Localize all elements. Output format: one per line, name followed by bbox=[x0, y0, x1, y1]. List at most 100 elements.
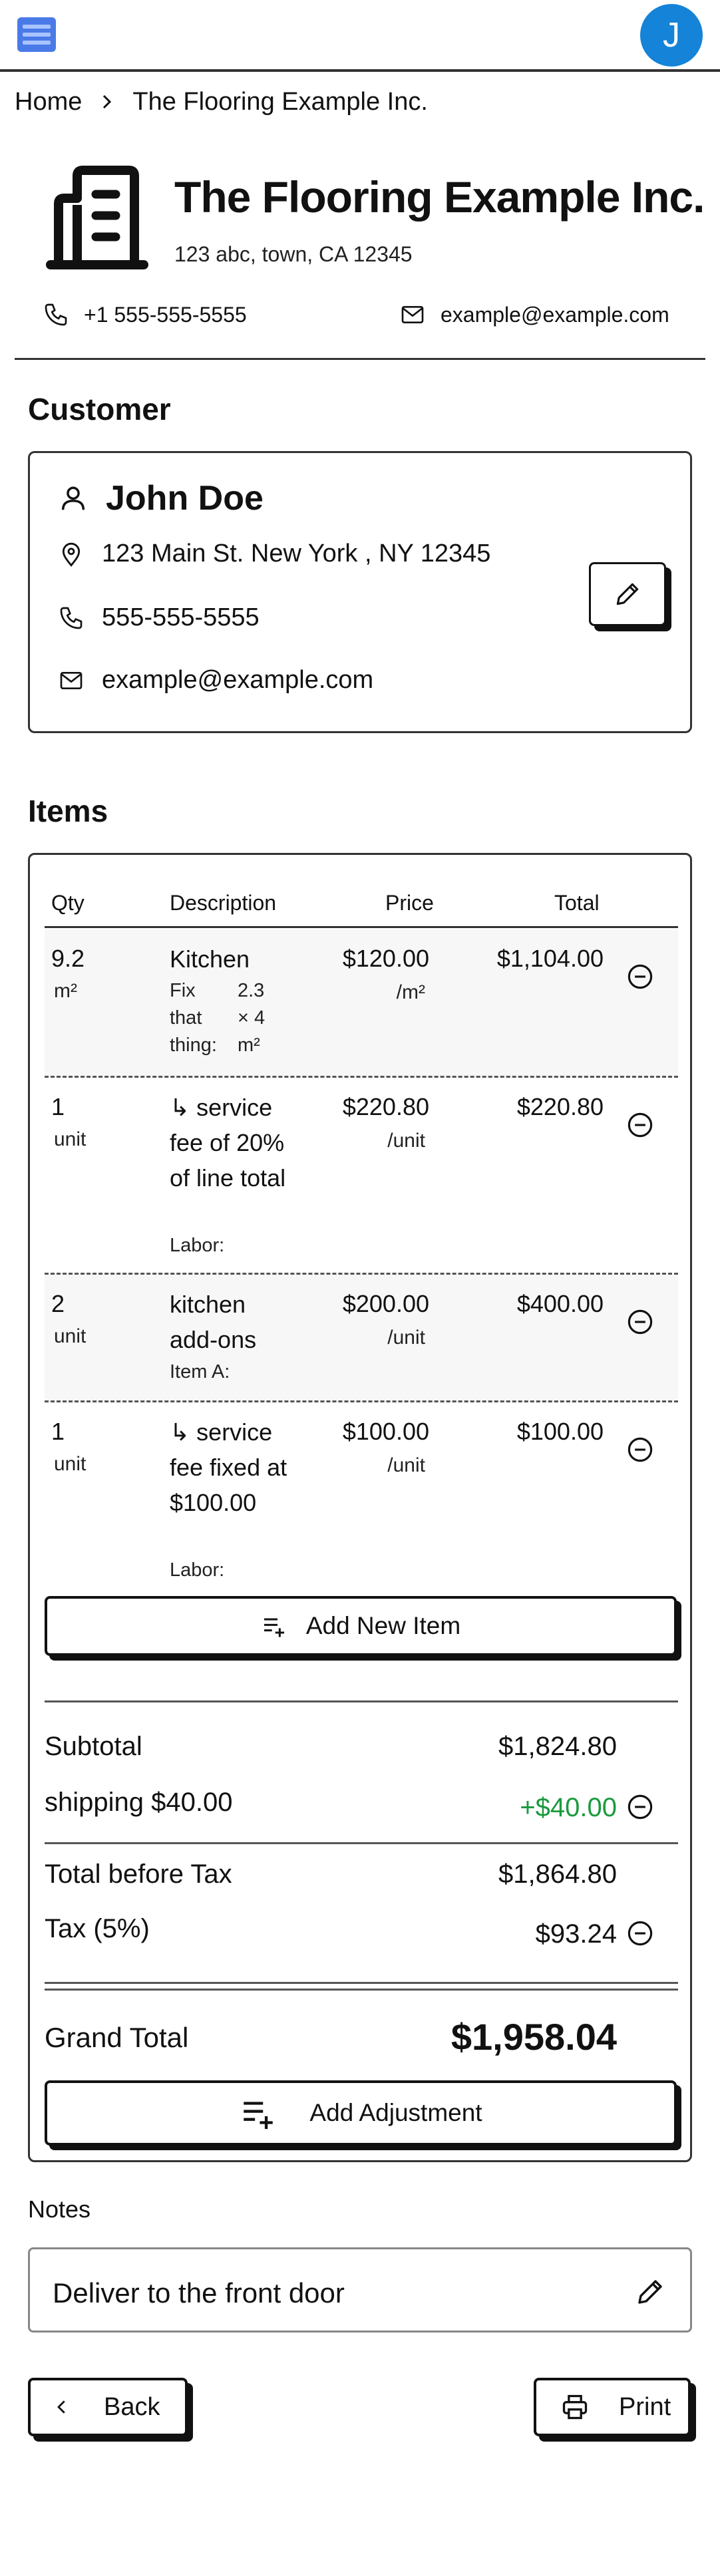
company-name: The Flooring Example Inc. bbox=[174, 172, 705, 222]
chevron-left-icon bbox=[57, 2400, 65, 2414]
table-row: 9.2 m² Kitchen Fix that thing: 2.3 × 4 m… bbox=[45, 929, 678, 1078]
mail-icon bbox=[60, 671, 83, 689]
col-qty: Qty bbox=[51, 891, 85, 915]
notes-field[interactable]: Deliver to the front door bbox=[28, 2247, 692, 2333]
grand-total-label: Grand Total bbox=[45, 2022, 189, 2053]
row-price-unit: /m² bbox=[396, 981, 425, 1003]
company-address: 123 abc, town, CA 12345 bbox=[174, 242, 413, 266]
customer-address: 123 Main St. New York , NY 12345 bbox=[102, 540, 491, 567]
row-price: $220.80 bbox=[342, 1093, 429, 1120]
printer-icon bbox=[562, 2394, 588, 2420]
person-icon bbox=[61, 486, 85, 510]
subtotal-value: $1,824.80 bbox=[498, 1732, 617, 1761]
row-total: $400.00 bbox=[516, 1290, 604, 1317]
tax-value: $93.24 bbox=[535, 1919, 617, 1949]
customer-phone: 555-555-5555 bbox=[102, 603, 260, 631]
header-divider bbox=[15, 358, 705, 360]
add-adjustment-button[interactable]: Add Adjustment bbox=[45, 2080, 677, 2146]
list-add-icon bbox=[244, 2102, 273, 2130]
customer-email-row[interactable]: example@example.com bbox=[58, 666, 373, 695]
row-unit: unit bbox=[54, 1325, 87, 1347]
customer-card: John Doe 123 Main St. New York , NY 1234… bbox=[28, 451, 692, 733]
row-sub-detail: 2.3 × 4 m² bbox=[238, 980, 266, 1056]
remove-item-icon[interactable] bbox=[626, 1308, 654, 1336]
breadcrumb-home-link[interactable]: Home bbox=[15, 88, 82, 116]
row-price-unit: /unit bbox=[387, 1454, 425, 1476]
pencil-icon bbox=[616, 583, 639, 605]
row-price-unit: /unit bbox=[387, 1327, 425, 1349]
avatar[interactable]: J bbox=[640, 4, 703, 67]
customer-phone-row[interactable]: 555-555-5555 bbox=[58, 603, 260, 632]
row-total: $1,104.00 bbox=[496, 945, 604, 972]
row-qty: 1 bbox=[51, 1093, 65, 1120]
back-label: Back bbox=[104, 2392, 160, 2421]
table-row: 1 unit ↳ service fee of 20% of line tota… bbox=[45, 1078, 678, 1275]
row-price: $100.00 bbox=[342, 1418, 429, 1445]
subtotal-label: Subtotal bbox=[45, 1732, 142, 1761]
row-sub-label: Item A: bbox=[170, 1361, 230, 1382]
top-bar: J bbox=[0, 0, 720, 72]
print-label: Print bbox=[619, 2392, 671, 2421]
remove-tax-icon[interactable] bbox=[626, 1919, 654, 1947]
row-unit: unit bbox=[54, 1453, 87, 1475]
row-qty: 1 bbox=[51, 1418, 65, 1445]
col-total: Total bbox=[554, 891, 600, 915]
remove-item-icon[interactable] bbox=[626, 1436, 654, 1464]
remove-adjustment-icon[interactable] bbox=[626, 1793, 654, 1821]
company-email[interactable]: example@example.com bbox=[399, 298, 669, 331]
notes-label: Notes bbox=[28, 2195, 91, 2223]
remove-item-icon[interactable] bbox=[626, 963, 654, 991]
row-description: ↳ service fee of 20% of line total bbox=[170, 1094, 286, 1192]
add-adjustment-label: Add Adjustment bbox=[309, 2099, 482, 2126]
row-total: $220.80 bbox=[516, 1093, 604, 1120]
edit-customer-button[interactable] bbox=[589, 562, 666, 626]
row-description: Kitchen bbox=[170, 945, 250, 973]
notes-text: Deliver to the front door bbox=[53, 2277, 345, 2309]
row-price: $200.00 bbox=[342, 1290, 429, 1317]
before-tax-label: Total before Tax bbox=[45, 1859, 232, 1889]
row-unit: m² bbox=[54, 980, 77, 1002]
breadcrumb: Home The Flooring Example Inc. bbox=[15, 85, 428, 118]
print-button[interactable]: Print bbox=[534, 2378, 691, 2436]
phone-icon bbox=[60, 607, 83, 629]
shipping-label: shipping $40.00 bbox=[45, 1788, 233, 1817]
add-new-item-label: Add New Item bbox=[305, 1612, 461, 1639]
customer-email: example@example.com bbox=[102, 666, 374, 694]
menu-icon[interactable] bbox=[17, 17, 56, 52]
chevron-right-icon bbox=[103, 94, 112, 109]
row-description: kitchen add-ons bbox=[170, 1291, 257, 1353]
customer-section-title: Customer bbox=[28, 392, 171, 426]
before-tax-value: $1,864.80 bbox=[498, 1859, 617, 1889]
shipping-value: +$40.00 bbox=[520, 1793, 617, 1822]
company-email-text: example@example.com bbox=[441, 302, 669, 327]
items-table-header: Qty Description Price Total bbox=[45, 875, 678, 928]
grand-total-divider bbox=[45, 1982, 678, 1984]
row-sub-label: Labor: bbox=[170, 1559, 225, 1581]
company-phone-text: +1 555-555-5555 bbox=[84, 302, 247, 327]
grand-total-value: $1,958.04 bbox=[450, 2016, 617, 2058]
location-pin-icon bbox=[62, 542, 81, 567]
table-row: 2 unit kitchen add-ons Item A: $200.00 /… bbox=[45, 1275, 678, 1402]
items-section-title: Items bbox=[28, 794, 108, 828]
customer-name-row: John Doe bbox=[58, 478, 264, 518]
row-total: $100.00 bbox=[516, 1418, 604, 1445]
row-unit: unit bbox=[54, 1128, 87, 1150]
totals-divider bbox=[45, 1842, 678, 1844]
row-qty: 9.2 bbox=[51, 945, 85, 972]
add-new-item-button[interactable]: Add New Item bbox=[45, 1596, 677, 1656]
company-phone[interactable]: +1 555-555-5555 bbox=[43, 298, 247, 331]
row-qty: 2 bbox=[51, 1290, 65, 1317]
avatar-initial: J bbox=[663, 16, 680, 55]
row-price-unit: /unit bbox=[387, 1130, 425, 1152]
customer-address-row: 123 Main St. New York , NY 12345 bbox=[58, 540, 490, 568]
totals-divider bbox=[45, 1700, 678, 1702]
items-card: Qty Description Price Total 9.2 m² Kitch… bbox=[28, 853, 692, 2162]
row-sub-label: Fix that thing: bbox=[170, 980, 217, 1056]
pencil-icon[interactable] bbox=[634, 2276, 666, 2308]
row-description: ↳ service fee fixed at $100.00 bbox=[170, 1418, 287, 1516]
remove-item-icon[interactable] bbox=[626, 1111, 654, 1139]
row-sub-label: Labor: bbox=[170, 1235, 225, 1256]
building-icon bbox=[46, 166, 148, 269]
back-button[interactable]: Back bbox=[28, 2378, 188, 2436]
table-row: 1 unit ↳ service fee fixed at $100.00 La… bbox=[45, 1402, 678, 1589]
